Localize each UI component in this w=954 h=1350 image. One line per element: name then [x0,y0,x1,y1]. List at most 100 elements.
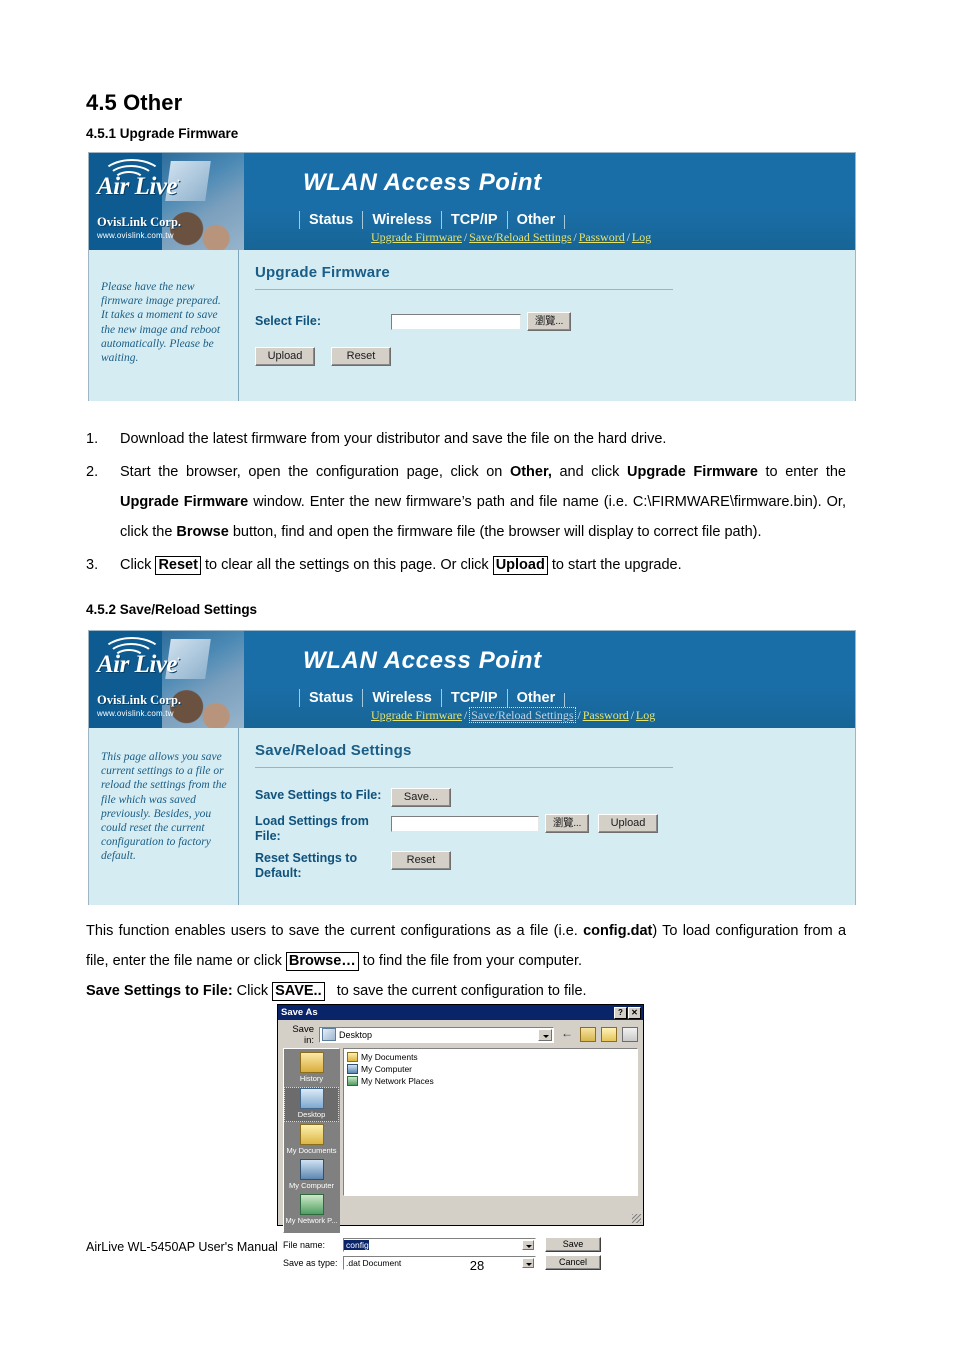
reset-settings-control: Reset [391,851,451,870]
page-number: 28 [469,1258,485,1273]
browse-button[interactable]: 瀏覽... [545,814,589,833]
tab-other[interactable]: Other [506,211,565,229]
resize-grip[interactable] [632,1214,641,1223]
brand-name: Air Live· [97,173,180,201]
sub-navigation: Upgrade Firmware / Save/Reload Settings / Pa… [371,707,655,723]
list-item-number: 2. [86,464,99,480]
up-one-level-icon[interactable] [580,1027,596,1042]
subnav-separator: / [573,232,577,244]
router-navigation: Status Wireless TCP/IP Other Upgrade Fir… [299,207,651,245]
file-item-label: My Documents [361,1051,418,1062]
list-item[interactable]: My Network Places [347,1075,634,1086]
dialog-body: Save in: Desktop History [278,1020,643,1277]
subnav-separator: / [626,232,630,244]
company-name: OvisLink Corp. [97,215,182,229]
list-item-text: Download the latest firmware from your d… [120,431,667,447]
tab-status[interactable]: Status [299,211,362,229]
savereload-help-text: This page allows you save current settin… [101,751,227,863]
help-icon[interactable]: ? [614,1006,627,1019]
folder-icon [347,1051,358,1062]
save-as-dialog: Save As ? ✕ Save in: Desktop ← History D… [277,1004,644,1270]
nav-tabs: Status Wireless TCP/IP Other [299,207,651,229]
paragraph-config-file: This function enables users to save the … [86,923,847,971]
place-my-documents[interactable]: My Documents [284,1124,339,1157]
subnav-password[interactable]: Password [579,230,625,244]
company-website: www.ovislink.com.tw [97,231,174,240]
tab-tcpip[interactable]: TCP/IP [440,211,507,229]
desktop-icon [322,1028,336,1041]
subnav-save-reload-settings[interactable]: Save/Reload Settings [469,230,571,244]
file-name-value: config [344,1239,369,1250]
chevron-down-icon[interactable] [538,1028,552,1041]
upload-button[interactable]: Upload [598,814,658,833]
subsection-heading-451: 4.5.1 Upgrade Firmware [86,126,239,141]
load-file-input[interactable] [391,815,539,832]
save-in-dropdown[interactable]: Desktop [319,1026,554,1043]
save-button[interactable]: Save... [391,788,451,807]
views-icon[interactable] [622,1027,638,1042]
upgrade-firmware-panel: Please have the new firmware image prepa… [89,250,855,401]
router-banner: Air Live· OvisLink Corp. www.ovislink.co… [89,631,855,728]
savereload-help-sidebar: This page allows you save current settin… [89,728,239,905]
close-icon[interactable]: ✕ [628,1006,641,1019]
place-my-network[interactable]: My Network P... [284,1194,339,1227]
select-file-input[interactable] [391,313,521,330]
file-item-label: My Computer [361,1063,413,1074]
tab-wireless[interactable]: Wireless [362,211,441,229]
chevron-down-icon[interactable] [522,1239,534,1250]
my-network-places-icon [299,1194,324,1215]
nav-tab-endcap [564,693,566,707]
subsection-heading-452: 4.5.2 Save/Reload Settings [86,602,258,617]
reset-button[interactable]: Reset [391,851,451,870]
place-my-computer[interactable]: My Computer [284,1159,339,1192]
reset-settings-row: Reset Settings to Default: Reset [255,851,855,881]
load-settings-label: Load Settings from File: [255,814,369,843]
tab-other[interactable]: Other [506,689,565,707]
title-divider [255,289,673,290]
desktop-icon [299,1088,324,1109]
list-item[interactable]: My Documents [347,1051,634,1062]
savereload-form-grid: Save Settings to File: Save... Load Sett… [255,788,855,881]
subnav-upgrade-firmware[interactable]: Upgrade Firmware [371,708,462,722]
browse-button[interactable]: 瀏覽... [527,312,571,331]
file-name-input[interactable]: config [343,1237,536,1252]
place-label: My Network P... [285,1216,338,1225]
list-item[interactable]: My Computer [347,1063,634,1074]
load-settings-row: Load Settings from File: 瀏覽... Upload [255,814,855,844]
title-divider [255,767,673,768]
tab-status[interactable]: Status [299,689,362,707]
footer-text: AirLive WL-5450AP User's Manual [86,1240,278,1254]
reset-settings-label: Reset Settings to Default: [255,851,358,880]
back-icon[interactable] [561,1026,575,1041]
body-paragraphs: This function enables users to save the … [86,916,846,1006]
places-bar: History Desktop My Documents My Computer [283,1048,340,1233]
banner-title: WLAN Access Point [303,647,542,674]
place-history[interactable]: History [284,1052,339,1085]
tab-tcpip[interactable]: TCP/IP [440,689,507,707]
save-button[interactable]: Save [545,1237,601,1252]
my-computer-icon [347,1063,358,1074]
my-network-places-icon [347,1075,358,1086]
upgrade-panel-title: Upgrade Firmware [255,264,390,281]
place-label: History [299,1074,324,1083]
reset-button[interactable]: Reset [331,347,391,366]
upload-button[interactable]: Upload [255,347,315,366]
place-desktop[interactable]: Desktop [284,1087,339,1122]
file-list[interactable]: My Documents My Computer My Network Plac… [343,1048,638,1196]
list-item-text: Click Reset to clear all the settings on… [120,556,682,575]
subnav-log[interactable]: Log [632,230,651,244]
new-folder-icon[interactable] [601,1027,617,1042]
list-item: 2. Start the browser, open the configura… [86,457,846,547]
select-file-row: Select File: 瀏覽... [255,312,855,331]
subnav-log[interactable]: Log [636,708,655,722]
subnav-upgrade-firmware[interactable]: Upgrade Firmware [371,230,462,244]
savereload-panel-title: Save/Reload Settings [255,742,412,759]
subnav-separator: / [630,710,634,722]
save-settings-row: Save Settings to File: Save... [255,788,855,807]
dialog-toolbar [561,1026,638,1042]
subnav-password[interactable]: Password [583,708,629,722]
savereload-form-area: Save/Reload Settings Save Settings to Fi… [239,728,855,905]
subnav-save-reload-settings[interactable]: Save/Reload Settings [469,707,576,723]
tab-wireless[interactable]: Wireless [362,689,441,707]
nav-tab-endcap [564,215,566,229]
